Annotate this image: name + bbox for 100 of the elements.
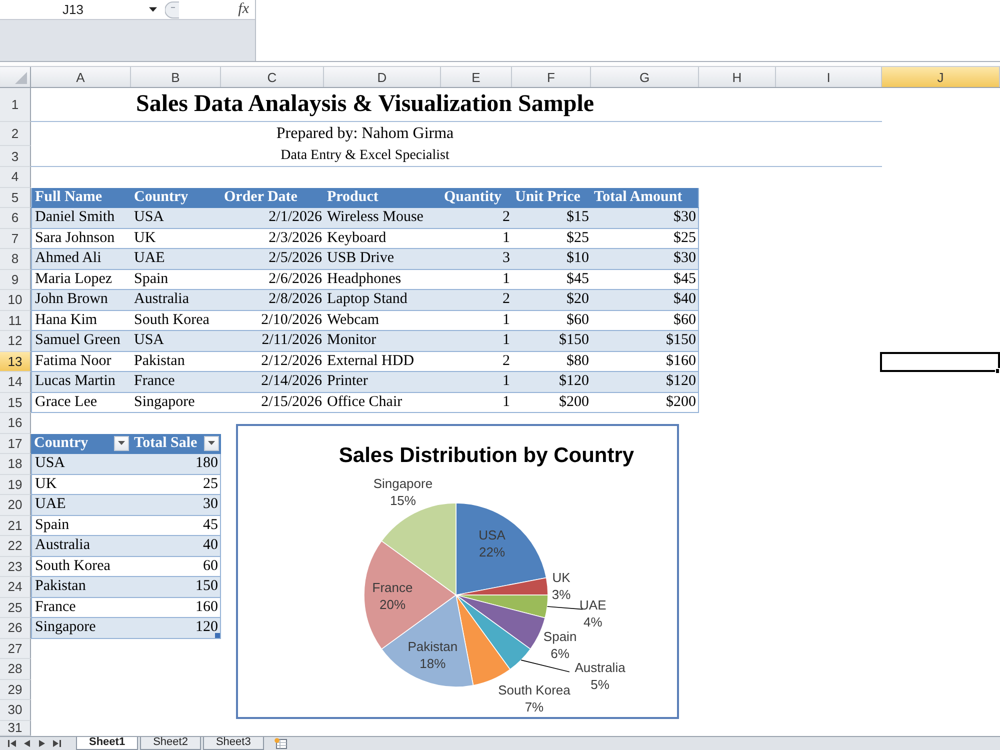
row-header[interactable]: 14 — [0, 372, 31, 392]
row-header[interactable]: 16 — [0, 413, 31, 434]
row-header[interactable]: 12 — [0, 331, 31, 352]
table-header-cell: Product — [324, 188, 441, 208]
row-header[interactable]: 5 — [0, 188, 31, 208]
row-header[interactable]: 26 — [0, 618, 31, 638]
table-cell: 2 — [441, 290, 512, 310]
sheet-tab[interactable]: Sheet2 — [140, 736, 201, 750]
row-header[interactable]: 4 — [0, 167, 31, 188]
row-header[interactable]: 17 — [0, 434, 31, 454]
filter-dropdown-button[interactable] — [114, 436, 129, 451]
row-header[interactable]: 21 — [0, 516, 31, 536]
row-header[interactable]: 22 — [0, 536, 31, 556]
pivot-cell: 150 — [131, 577, 221, 598]
row-header[interactable]: 30 — [0, 700, 31, 720]
table-cell: $30 — [591, 249, 699, 270]
filter-dropdown-button[interactable] — [204, 436, 219, 451]
row-header[interactable]: 28 — [0, 659, 31, 680]
column-header[interactable]: J — [882, 67, 1000, 87]
column-header[interactable]: A — [31, 67, 131, 87]
row-header[interactable]: 3 — [0, 146, 31, 167]
table-header-cell: Order Date — [221, 188, 324, 208]
sheet-title: Sales Data Analaysis & Visualization Sample — [136, 91, 594, 118]
row-header[interactable]: 7 — [0, 228, 31, 249]
table-header-cell: Total Amount — [591, 188, 699, 208]
row-header[interactable]: 23 — [0, 556, 31, 577]
table-cell: 2/14/2026 — [221, 372, 324, 392]
header-label: Country — [34, 434, 88, 452]
table-cell: $120 — [512, 372, 591, 392]
row-header[interactable]: 31 — [0, 720, 31, 736]
table-cell: France — [131, 372, 221, 392]
table-cell: $25 — [512, 228, 591, 249]
pivot-cell: 30 — [131, 495, 221, 516]
table-header-cell: Quantity — [441, 188, 512, 208]
table-cell: $20 — [512, 290, 591, 310]
table-cell: Headphones — [324, 270, 441, 290]
row-header[interactable]: 9 — [0, 270, 31, 290]
row-header[interactable]: 2 — [0, 122, 31, 146]
row-header[interactable]: 29 — [0, 680, 31, 700]
table-cell: Maria Lopez — [31, 270, 131, 290]
table-cell: 2/12/2026 — [221, 352, 324, 372]
sheet-tab[interactable]: Sheet3 — [202, 736, 264, 750]
column-header[interactable]: D — [324, 67, 441, 87]
table-cell: 2 — [441, 352, 512, 372]
table-cell: USA — [131, 208, 221, 228]
row-header[interactable]: 13 — [0, 352, 31, 372]
column-header[interactable]: B — [131, 67, 221, 87]
grip-icon — [165, 0, 179, 18]
table-cell: 1 — [441, 228, 512, 249]
row-header[interactable]: 10 — [0, 290, 31, 310]
row-header[interactable]: 24 — [0, 577, 31, 598]
table-cell: Fatima Noor — [31, 352, 131, 372]
fill-handle[interactable] — [995, 368, 1000, 374]
row-header[interactable]: 20 — [0, 495, 31, 516]
active-cell[interactable] — [880, 352, 1000, 372]
row-header[interactable]: 1 — [0, 88, 31, 122]
table-cell: Ahmed Ali — [31, 249, 131, 270]
row-header[interactable]: 27 — [0, 638, 31, 659]
data-label: UK 3% — [552, 570, 571, 602]
table-cell: Lucas Martin — [31, 372, 131, 392]
pivot-cell: UK — [31, 474, 131, 495]
caret-down-icon — [149, 7, 157, 12]
pivot-cell: USA — [31, 454, 131, 474]
skip-end-icon — [52, 740, 60, 747]
column-header[interactable]: G — [591, 67, 699, 87]
table-cell: Sara Johnson — [31, 228, 131, 249]
table-header-cell: Full Name — [31, 188, 131, 208]
table-cell: $40 — [591, 290, 699, 310]
table-cell: Laptop Stand — [324, 290, 441, 310]
table-cell: Grace Lee — [31, 392, 131, 413]
row-header[interactable]: 8 — [0, 249, 31, 270]
author-text: Prepared by: Nahom Girma — [276, 125, 454, 143]
chart-title: Sales Distribution by Country — [338, 444, 634, 468]
row-header[interactable]: 18 — [0, 454, 31, 474]
role-text: Data Entry & Excel Specialist — [280, 148, 450, 164]
resize-handle[interactable] — [215, 632, 220, 638]
pivot-cell: 120 — [131, 618, 221, 638]
name-box[interactable]: J13 — [0, 0, 146, 20]
table-cell: Office Chair — [324, 392, 441, 413]
column-header[interactable]: F — [512, 67, 591, 87]
pivot-cell: Australia — [31, 536, 131, 556]
row-header[interactable]: 25 — [0, 598, 31, 618]
insert-sheet-button[interactable] — [272, 736, 290, 750]
column-header[interactable]: C — [221, 67, 324, 87]
table-cell: 3 — [441, 249, 512, 270]
insert-function-button[interactable]: fx — [236, 1, 251, 18]
column-header[interactable]: E — [441, 67, 512, 87]
row-header[interactable]: 15 — [0, 392, 31, 413]
sheet-tab[interactable]: Sheet1 — [76, 736, 138, 750]
row-header[interactable]: 19 — [0, 474, 31, 495]
row-header[interactable]: 6 — [0, 208, 31, 228]
table-cell: 2/5/2026 — [221, 249, 324, 270]
column-header[interactable]: H — [699, 67, 776, 87]
table-cell: Printer — [324, 372, 441, 392]
data-label: Singapore 15% — [373, 476, 433, 508]
left-arrow-icon — [24, 740, 30, 747]
table-cell: 1 — [441, 372, 512, 392]
row-header[interactable]: 11 — [0, 310, 31, 331]
table-cell: $120 — [591, 372, 699, 392]
table-cell: Daniel Smith — [31, 208, 131, 228]
